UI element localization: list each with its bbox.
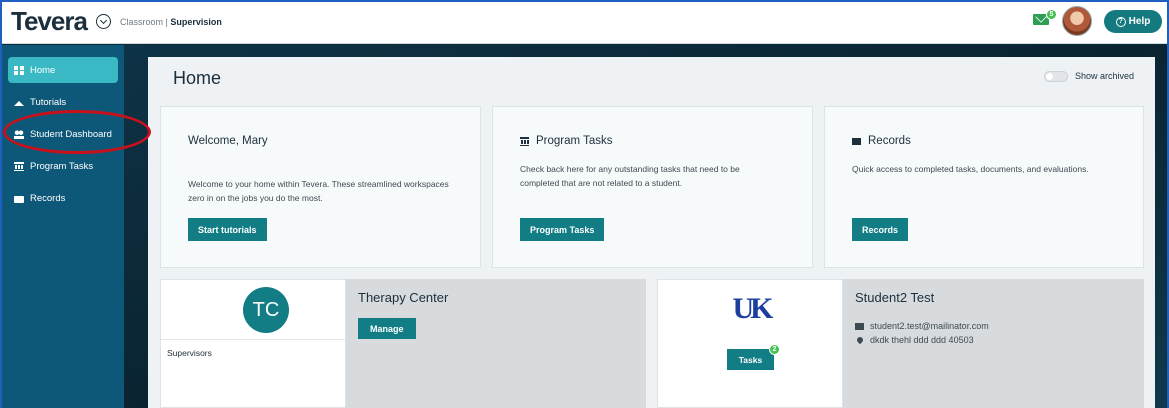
card-body: Quick access to completed tasks, documen… xyxy=(852,164,1089,174)
program-tasks-card: Program Tasks Check back here for any ou… xyxy=(492,106,813,268)
student-email: student2.test@mailinator.com xyxy=(870,321,989,331)
manage-button[interactable]: Manage xyxy=(358,318,416,339)
program-tasks-button[interactable]: Program Tasks xyxy=(520,218,605,241)
envelope-icon xyxy=(855,322,864,330)
map-pin-icon xyxy=(855,335,864,345)
card-body: Welcome to your home within Tevera. Thes… xyxy=(188,179,449,203)
page-title: Home xyxy=(173,68,222,88)
nav-dropdown-icon[interactable] xyxy=(96,14,111,29)
graduation-cap-icon xyxy=(14,100,24,106)
sidebar-item-program-tasks[interactable]: Program Tasks xyxy=(8,153,118,179)
help-label: Help xyxy=(1128,16,1151,27)
email-row: student2.test@mailinator.com xyxy=(855,321,989,331)
show-archived-label: Show archived xyxy=(1075,71,1135,81)
briefcase-icon xyxy=(14,195,24,203)
card-body: Check back here for any outstanding task… xyxy=(520,164,740,188)
tevera-logo[interactable]: Tevera xyxy=(11,6,88,37)
institution-icon xyxy=(14,161,24,171)
sidebar-item-label: Records xyxy=(30,192,66,204)
card-title: Welcome, Mary xyxy=(188,135,268,147)
records-button[interactable]: Records xyxy=(852,218,909,241)
card-title: Records xyxy=(852,135,911,147)
sidebar-item-home[interactable]: Home xyxy=(8,57,118,83)
supervisors-label: Supervisors xyxy=(167,348,212,358)
records-card: Records Quick access to completed tasks,… xyxy=(824,106,1144,268)
tasks-button[interactable]: Tasks xyxy=(727,349,774,370)
site-name: Therapy Center xyxy=(358,290,449,305)
help-button[interactable]: ? Help xyxy=(1104,10,1162,33)
student-card: UK Tasks 2 xyxy=(657,279,843,408)
welcome-card: Welcome, Mary Welcome to your home withi… xyxy=(160,106,481,268)
university-logo: UK xyxy=(732,292,774,325)
sidebar-item-label: Tutorials xyxy=(30,96,67,108)
sidebar-item-label: Program Tasks xyxy=(30,160,94,172)
student-details-panel: Student2 Test student2.test@mailinator.c… xyxy=(843,279,1144,408)
grid-icon xyxy=(14,65,24,75)
breadcrumb-parent[interactable]: Classroom | xyxy=(120,17,170,27)
start-tutorials-button[interactable]: Start tutorials xyxy=(188,218,267,241)
mail-count-badge: 5 xyxy=(1046,9,1057,20)
breadcrumb-current: Supervision xyxy=(170,17,222,27)
address-row: dkdk thehl ddd ddd 40503 xyxy=(855,335,974,345)
site-details-panel: Therapy Center Manage xyxy=(346,279,646,408)
sidebar: Home Tutorials Student Dashboard Program… xyxy=(0,45,124,408)
main-panel: Home Show archived Welcome, Mary Welcome… xyxy=(148,57,1155,408)
institution-icon xyxy=(520,136,529,146)
sidebar-item-label: Home xyxy=(30,64,56,76)
student-name[interactable]: Student2 Test xyxy=(855,290,934,305)
student-address: dkdk thehl ddd ddd 40503 xyxy=(870,335,974,345)
breadcrumb: Classroom | Supervision xyxy=(120,17,222,27)
welcome-title: Welcome, Mary xyxy=(188,135,268,147)
user-avatar[interactable] xyxy=(1062,6,1092,36)
annotation-highlight-ellipse xyxy=(3,110,151,154)
show-archived-toggle[interactable] xyxy=(1044,71,1068,82)
divider xyxy=(161,339,346,340)
site-initials-avatar: TC xyxy=(243,287,289,333)
sidebar-item-records[interactable]: Records xyxy=(8,185,118,211)
briefcase-icon xyxy=(852,138,861,145)
question-icon: ? xyxy=(1115,16,1126,27)
site-card: TC Supervisors xyxy=(160,279,346,408)
top-bar: Tevera Classroom | Supervision 5 ? Help xyxy=(0,0,1169,44)
program-tasks-title: Program Tasks xyxy=(536,135,613,147)
card-title: Program Tasks xyxy=(520,135,612,147)
records-title: Records xyxy=(868,135,911,147)
tasks-count-badge: 2 xyxy=(769,344,780,355)
